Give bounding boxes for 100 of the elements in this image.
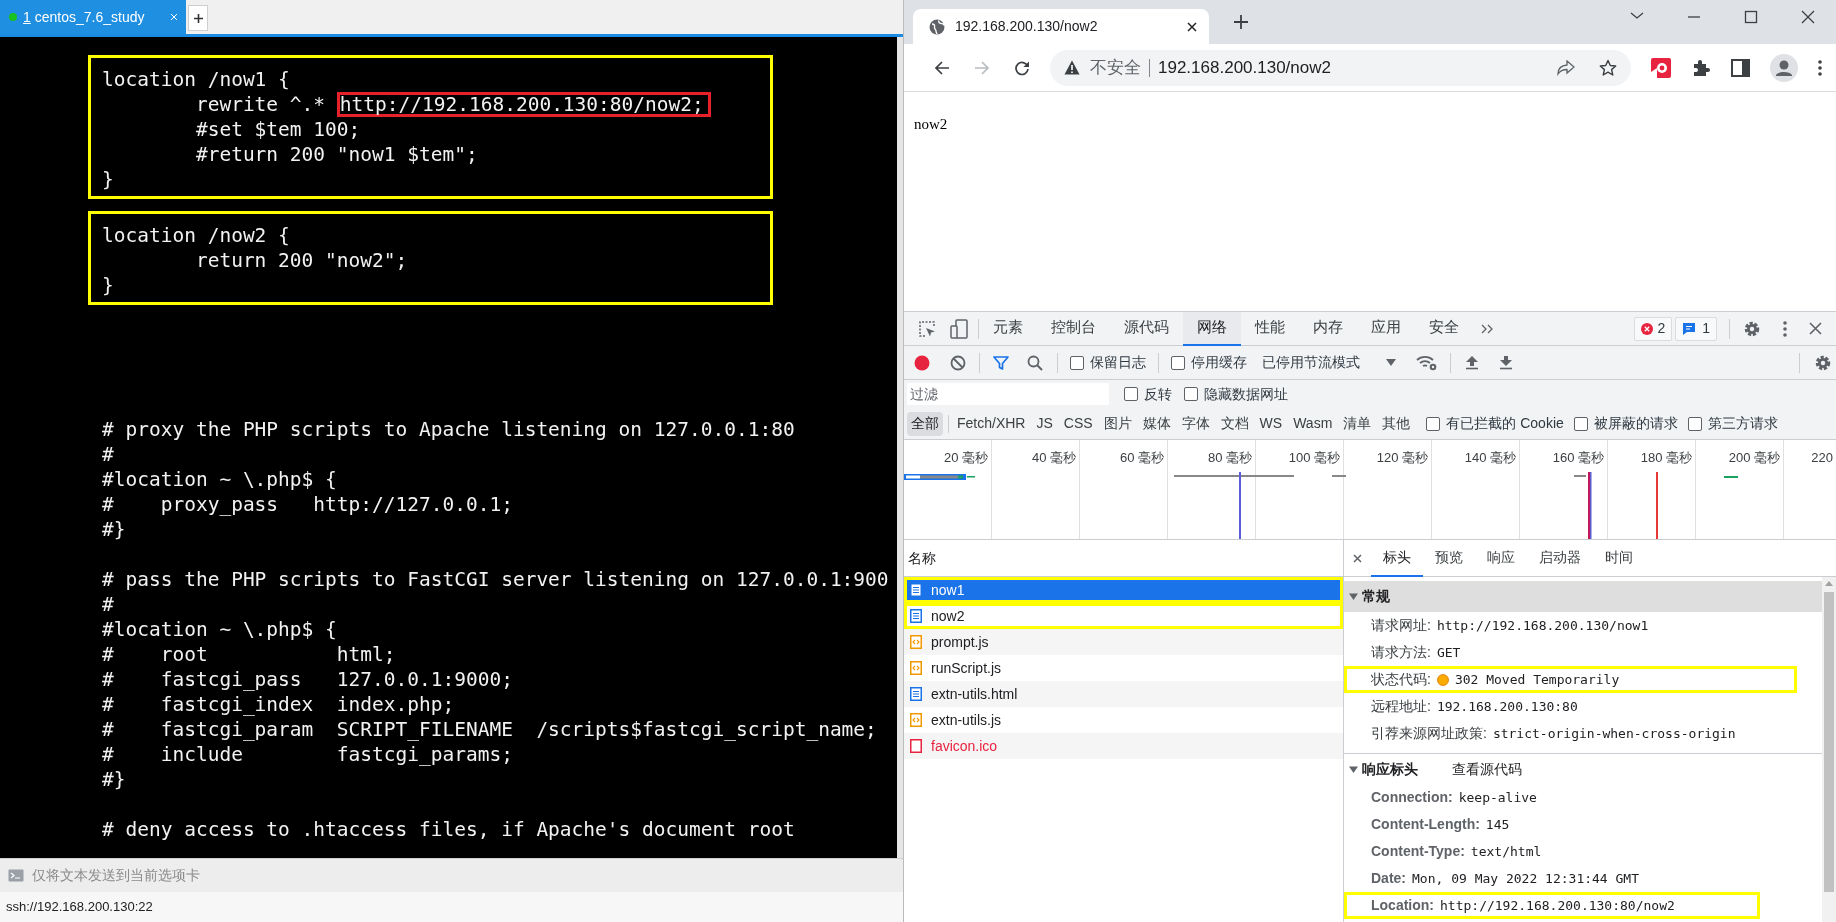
share-icon[interactable]: [1557, 59, 1575, 76]
request-row[interactable]: extn-utils.html: [904, 681, 1343, 707]
type-filter[interactable]: Wasm: [1289, 411, 1337, 436]
extension-icon[interactable]: [1651, 57, 1671, 78]
settings-icon[interactable]: [1814, 353, 1832, 372]
header-key: 状态代码:: [1371, 669, 1431, 690]
puzzle-icon[interactable]: [1691, 57, 1711, 78]
record-icon[interactable]: [914, 354, 930, 371]
browser-tab[interactable]: 192.168.200.130/now2: [913, 9, 1209, 44]
code-line: # pass the PHP scripts to FastCGI server listening on 127.0.0.1:900: [102, 568, 889, 591]
sidebar-icon[interactable]: [1731, 58, 1750, 77]
type-filter[interactable]: 其他: [1378, 411, 1415, 436]
code-line: # fastcgi_pass 127.0.0.1:9000;: [102, 668, 513, 691]
code-line: # proxy the PHP scripts to Apache listening on 127.0.0.1:80: [102, 418, 795, 441]
detail-tab[interactable]: 响应: [1475, 539, 1527, 577]
download-icon[interactable]: [1499, 355, 1513, 370]
header-value: http://192.168.200.130:80/now2: [1440, 896, 1675, 915]
request-row[interactable]: now2: [904, 603, 1343, 629]
checkbox[interactable]: [1070, 355, 1084, 370]
time-label: 160 毫秒: [1552, 449, 1604, 464]
inspect-icon[interactable]: [918, 319, 936, 338]
message-count-badge[interactable]: 1: [1675, 316, 1717, 341]
devtools-tab[interactable]: 性能: [1241, 311, 1299, 346]
detail-tab[interactable]: 预览: [1423, 539, 1475, 577]
clear-icon[interactable]: [950, 354, 966, 371]
header-key: 请求方法:: [1371, 642, 1431, 663]
kebab-menu-icon[interactable]: [1783, 320, 1787, 337]
back-icon[interactable]: [934, 59, 950, 76]
time-label: 20 毫秒: [943, 449, 988, 464]
type-filter[interactable]: WS: [1255, 411, 1287, 436]
error-count-badge[interactable]: 2: [1634, 316, 1673, 341]
column-header[interactable]: 名称: [908, 547, 936, 569]
scrollbar[interactable]: [897, 37, 903, 858]
type-filter[interactable]: 图片: [1099, 411, 1136, 436]
request-row[interactable]: favicon.ico: [904, 733, 1343, 759]
header-key: Location:: [1371, 895, 1434, 916]
reload-icon[interactable]: [1014, 59, 1030, 76]
type-filter[interactable]: 字体: [1177, 411, 1214, 436]
upload-icon[interactable]: [1465, 355, 1479, 370]
type-filter[interactable]: 清单: [1339, 411, 1376, 436]
connection-status: ssh://192.168.200.130:22: [6, 898, 153, 917]
code-line: #return 200 "now1 $tem";: [194, 143, 478, 166]
request-row[interactable]: prompt.js: [904, 629, 1343, 655]
checkbox[interactable]: [1171, 355, 1185, 370]
detail-tab[interactable]: 时间: [1593, 539, 1645, 577]
checkbox-label: 第三方请求: [1707, 414, 1778, 433]
throttling-dropdown[interactable]: 已停用节流模式: [1262, 352, 1396, 373]
devtools-tab[interactable]: 安全: [1415, 311, 1473, 346]
avatar-icon[interactable]: [1770, 53, 1798, 82]
type-filter[interactable]: 媒体: [1138, 411, 1175, 436]
close-icon[interactable]: [1187, 21, 1197, 32]
view-source-link[interactable]: 查看源代码: [1452, 758, 1522, 780]
checkbox-label: 保留日志: [1090, 353, 1146, 372]
device-icon[interactable]: [950, 318, 968, 339]
type-filter[interactable]: 全部: [907, 411, 943, 436]
devtools-tab[interactable]: 内存: [1299, 311, 1357, 346]
settings-icon[interactable]: [1743, 319, 1761, 338]
devtools-tab[interactable]: 网络: [1183, 311, 1241, 346]
send-text-field[interactable]: 仅将文本发送到当前选项卡: [32, 865, 903, 886]
type-filter[interactable]: CSS: [1059, 411, 1097, 436]
wifi-settings-icon[interactable]: [1416, 354, 1438, 371]
more-tabs-icon[interactable]: [1481, 323, 1493, 334]
devtools-tab[interactable]: 应用: [1357, 311, 1415, 346]
section-header[interactable]: 常规: [1344, 581, 1822, 612]
checkbox[interactable]: [1687, 416, 1702, 431]
code-line: #: [102, 443, 114, 466]
code-line: # deny access to .htaccess files, if Apache's document root: [102, 818, 795, 841]
maximize-icon[interactable]: [1742, 9, 1759, 25]
request-row[interactable]: now1: [904, 577, 1343, 603]
status-dot-icon: [1436, 673, 1449, 686]
header-key: 请求网址:: [1371, 615, 1431, 636]
type-filter[interactable]: Fetch/XHR: [953, 411, 1030, 436]
checkbox-label: 有已拦截的 Cookie: [1446, 414, 1564, 433]
detail-tab[interactable]: 标头: [1371, 539, 1423, 577]
type-filter[interactable]: JS: [1032, 411, 1057, 436]
filter-icon[interactable]: [993, 354, 1009, 371]
filter-field[interactable]: 过滤: [907, 383, 1109, 405]
checkbox[interactable]: [1124, 387, 1138, 401]
detail-tab[interactable]: 启动器: [1527, 539, 1593, 577]
send-bar[interactable]: 仅将文本发送到当前选项卡: [0, 858, 903, 892]
scrollbar-thumb[interactable]: [1824, 592, 1834, 892]
checkbox[interactable]: [1573, 416, 1588, 431]
star-icon[interactable]: [1599, 58, 1617, 77]
devtools-tab[interactable]: 源代码: [1110, 311, 1183, 346]
kebab-menu-icon[interactable]: [1818, 59, 1822, 76]
request-name: extn-utils.html: [931, 684, 1018, 704]
close-icon[interactable]: [1799, 9, 1816, 25]
address-bar[interactable]: 不安全 192.168.200.130/now2: [1050, 49, 1631, 86]
security-label: 不安全: [1090, 56, 1141, 79]
checkbox[interactable]: [1184, 387, 1198, 401]
section-header[interactable]: 响应标头 查看源代码: [1344, 753, 1822, 784]
new-tab-button[interactable]: [188, 5, 208, 31]
devtools-tab[interactable]: 元素: [979, 311, 1037, 346]
tab-title: centos_7.6_study: [34, 7, 146, 27]
type-filter[interactable]: 文档: [1216, 411, 1253, 436]
header-value: strict-origin-when-cross-origin: [1492, 724, 1736, 743]
close-icon[interactable]: [1353, 553, 1362, 563]
search-icon[interactable]: [1027, 354, 1043, 371]
devtools-tab[interactable]: 控制台: [1037, 311, 1110, 346]
checkbox[interactable]: [1426, 416, 1441, 431]
